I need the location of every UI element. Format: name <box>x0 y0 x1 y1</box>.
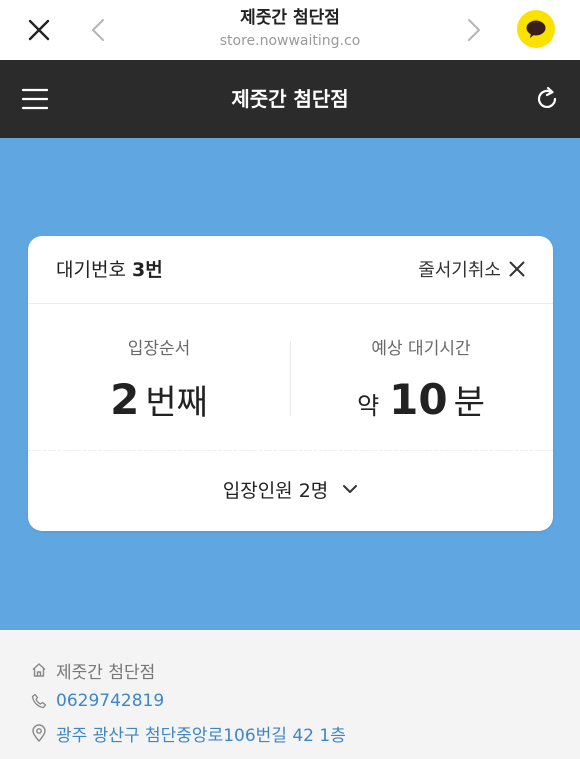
store-info: 제줏간 첨단점 0629742819 광주 광산구 첨단중앙로106번길 42 … <box>0 630 580 759</box>
queue-number-label: 대기번호 3번 <box>56 256 163 284</box>
browser-title-area: 제줏간 첨단점 store.nowwaiting.co <box>140 6 440 52</box>
expected-wait: 예상 대기시간 약 10 분 <box>290 336 552 424</box>
card-divider <box>28 450 553 451</box>
browser-toolbar: 제줏간 첨단점 store.nowwaiting.co <box>0 0 580 60</box>
close-icon[interactable] <box>22 13 56 47</box>
store-name: 제줏간 첨단점 <box>56 662 156 683</box>
entry-order-value: 2 번째 <box>28 376 290 424</box>
party-size-label: 입장인원 2명 <box>222 479 329 502</box>
chevron-right-icon[interactable] <box>460 13 488 47</box>
close-icon <box>509 261 525 277</box>
cancel-queue-button[interactable]: 줄서기취소 <box>418 254 525 284</box>
expected-wait-label: 예상 대기시간 <box>371 339 471 359</box>
chevron-left-icon[interactable] <box>84 13 112 47</box>
chevron-down-icon <box>343 485 358 493</box>
expected-wait-number: 10 <box>389 375 448 424</box>
waiting-card-header: 대기번호 3번 줄서기취소 <box>28 236 553 304</box>
app-header: 제줏간 첨단점 <box>0 60 580 138</box>
expected-wait-prefix: 약 <box>357 392 380 420</box>
waiting-card: 대기번호 3번 줄서기취소 입장순서 2 번째 예상 대기시간 약 10 분 입… <box>28 236 553 531</box>
browser-url[interactable]: store.nowwaiting.co <box>140 30 440 52</box>
refresh-icon[interactable] <box>530 82 564 116</box>
queue-number-value: 3번 <box>131 259 163 281</box>
location-pin-icon <box>30 724 48 742</box>
hamburger-menu-icon[interactable] <box>18 82 52 116</box>
store-phone-link[interactable]: 0629742819 <box>56 691 164 711</box>
home-icon <box>30 661 48 679</box>
store-phone-row[interactable]: 0629742819 <box>30 688 164 714</box>
kakaotalk-icon[interactable] <box>517 10 555 48</box>
page-title: 제줏간 첨단점 <box>231 87 349 111</box>
store-address-row[interactable]: 광주 광산구 첨단중앙로106번길 42 1층 <box>30 720 346 746</box>
party-size-toggle[interactable]: 입장인원 2명 <box>28 474 553 504</box>
expected-wait-unit: 분 <box>453 383 485 423</box>
entry-order-number: 2 <box>110 375 140 424</box>
store-address-link[interactable]: 광주 광산구 첨단중앙로106번길 42 1층 <box>56 721 346 746</box>
entry-order: 입장순서 2 번째 <box>28 336 290 424</box>
entry-order-label: 입장순서 <box>127 339 191 359</box>
store-name-row: 제줏간 첨단점 <box>30 657 155 683</box>
browser-page-title: 제줏간 첨단점 <box>240 8 340 28</box>
cancel-queue-label: 줄서기취소 <box>418 260 501 281</box>
expected-wait-value: 약 10 분 <box>290 376 552 424</box>
phone-icon <box>30 692 48 710</box>
queue-number-caption: 대기번호 <box>56 259 126 281</box>
entry-order-unit: 번째 <box>145 383 208 423</box>
